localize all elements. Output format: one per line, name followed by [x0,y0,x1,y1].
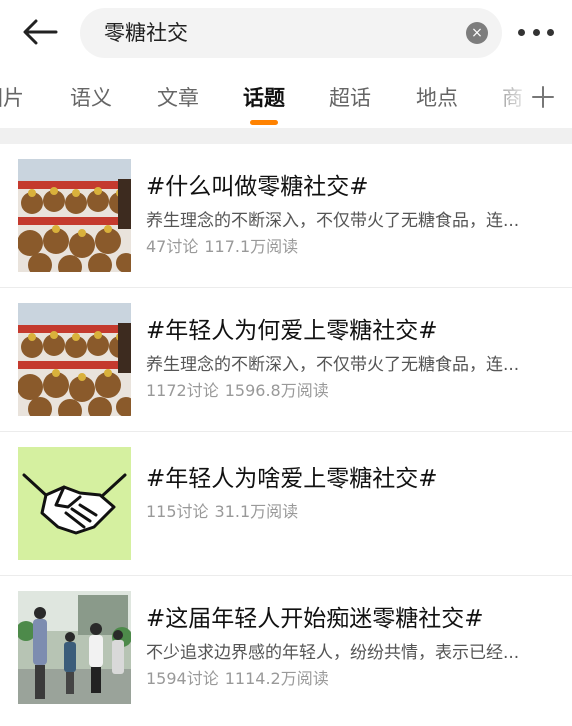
active-tab-indicator [250,120,278,125]
section-divider [0,128,572,144]
topic-description: 养生理念的不断深入，不仅带火了无糖食品，连... [146,355,520,375]
tab-places[interactable]: 地点 [416,84,458,112]
tab-semantic[interactable]: 语义 [70,84,112,112]
search-query-text: 零糖社交 [104,21,188,45]
people-walking-thumbnail [18,591,131,704]
topic-list-item[interactable]: #年轻人为啥爱上零糖社交# 115讨论 31.1万阅读 [0,432,572,576]
search-header: 零糖社交 × [0,0,572,64]
read-count: 1114.2万阅读 [224,669,329,688]
search-type-tabs: 图片 语义 文章 话题 超话 地点 商 [0,70,572,128]
discussion-count: 1172讨论 [146,381,219,400]
back-arrow-icon[interactable] [22,14,62,50]
topic-stats: 1594讨论 1114.2万阅读 [146,669,329,689]
tab-articles[interactable]: 文章 [157,84,199,112]
discussion-count: 115讨论 [146,502,209,521]
topic-list-item[interactable]: #什么叫做零糖社交# 养生理念的不断深入，不仅带火了无糖食品，连... 47讨论… [0,144,572,288]
tabs-fade-overlay [478,70,572,128]
read-count: 117.1万阅读 [204,237,299,256]
topic-stats: 115讨论 31.1万阅读 [146,502,298,522]
topic-title: #年轻人为啥爱上零糖社交# [146,466,438,492]
search-input[interactable]: 零糖社交 × [80,8,502,58]
capybara-plush-thumbnail [18,303,131,416]
tab-topics[interactable]: 话题 [243,84,285,112]
topic-description: 不少追求边界感的年轻人，纷纷共情，表示已经... [146,643,520,663]
clear-icon[interactable]: × [466,22,488,44]
handshake-thumbnail [18,447,131,560]
topic-list: #什么叫做零糖社交# 养生理念的不断深入，不仅带火了无糖食品，连... 47讨论… [0,144,572,720]
discussion-count: 1594讨论 [146,669,219,688]
read-count: 31.1万阅读 [214,502,299,521]
capybara-plush-thumbnail [18,159,131,272]
read-count: 1596.8万阅读 [224,381,329,400]
topic-title: #什么叫做零糖社交# [146,174,369,200]
topic-list-item[interactable]: #年轻人为何爱上零糖社交# 养生理念的不断深入，不仅带火了无糖食品，连... 1… [0,288,572,432]
topic-stats: 1172讨论 1596.8万阅读 [146,381,329,401]
topic-list-item[interactable]: #这届年轻人开始痴迷零糖社交# 不少追求边界感的年轻人，纷纷共情，表示已经...… [0,576,572,720]
topic-stats: 47讨论 117.1万阅读 [146,237,298,257]
more-dots-icon[interactable] [518,22,554,42]
topic-title: #这届年轻人开始痴迷零糖社交# [146,606,484,632]
plus-icon[interactable] [530,84,556,110]
topic-title: #年轻人为何爱上零糖社交# [146,318,438,344]
topic-description: 养生理念的不断深入，不仅带火了无糖食品，连... [146,211,520,231]
tab-super-topics[interactable]: 超话 [329,84,371,112]
discussion-count: 47讨论 [146,237,199,256]
tab-pictures[interactable]: 图片 [0,84,24,112]
